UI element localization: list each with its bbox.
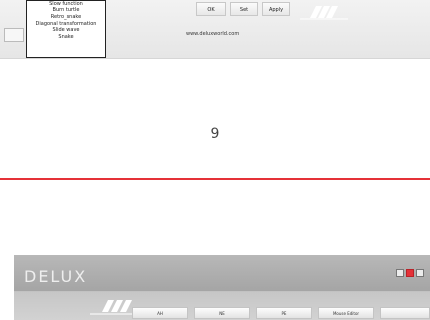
effect-dropdown-list[interactable]: Slow function Burn turtle Retro_snake Di… bbox=[26, 0, 106, 58]
dropdown-item[interactable]: Burn turtle bbox=[27, 7, 105, 14]
left-control[interactable] bbox=[4, 28, 24, 42]
app-window: DELUX AH NE PE Mouse Editor bbox=[14, 255, 430, 320]
top-settings-panel: Slow function Burn turtle Retro_snake Di… bbox=[0, 0, 430, 58]
dropdown-item[interactable]: Slide wave bbox=[27, 27, 105, 34]
dropdown-item[interactable]: Retro_snake bbox=[27, 14, 105, 21]
website-url: www.deluxworld.com bbox=[186, 31, 240, 37]
delux-logo: DELUX bbox=[24, 267, 88, 286]
dropdown-item[interactable]: Diagonal transformation bbox=[27, 21, 105, 28]
close-icon[interactable] bbox=[416, 269, 424, 277]
tab-mouse-editor[interactable]: Mouse Editor bbox=[318, 307, 374, 319]
dropdown-item[interactable]: Snake bbox=[27, 34, 105, 41]
tab-pe[interactable]: PE bbox=[256, 307, 312, 319]
set-button[interactable]: Set bbox=[230, 2, 258, 16]
tab-ah[interactable]: AH bbox=[132, 307, 188, 319]
ok-button[interactable]: OK bbox=[196, 2, 226, 16]
stripes-logo-icon bbox=[300, 6, 348, 20]
page-number: 9 bbox=[210, 126, 220, 142]
tab-extra[interactable] bbox=[380, 307, 430, 319]
settings-icon[interactable] bbox=[396, 269, 404, 277]
minimize-icon[interactable] bbox=[406, 269, 414, 277]
red-divider bbox=[0, 178, 430, 180]
apply-button[interactable]: Apply bbox=[262, 2, 290, 16]
tab-ne[interactable]: NE bbox=[194, 307, 250, 319]
divider bbox=[0, 58, 430, 59]
